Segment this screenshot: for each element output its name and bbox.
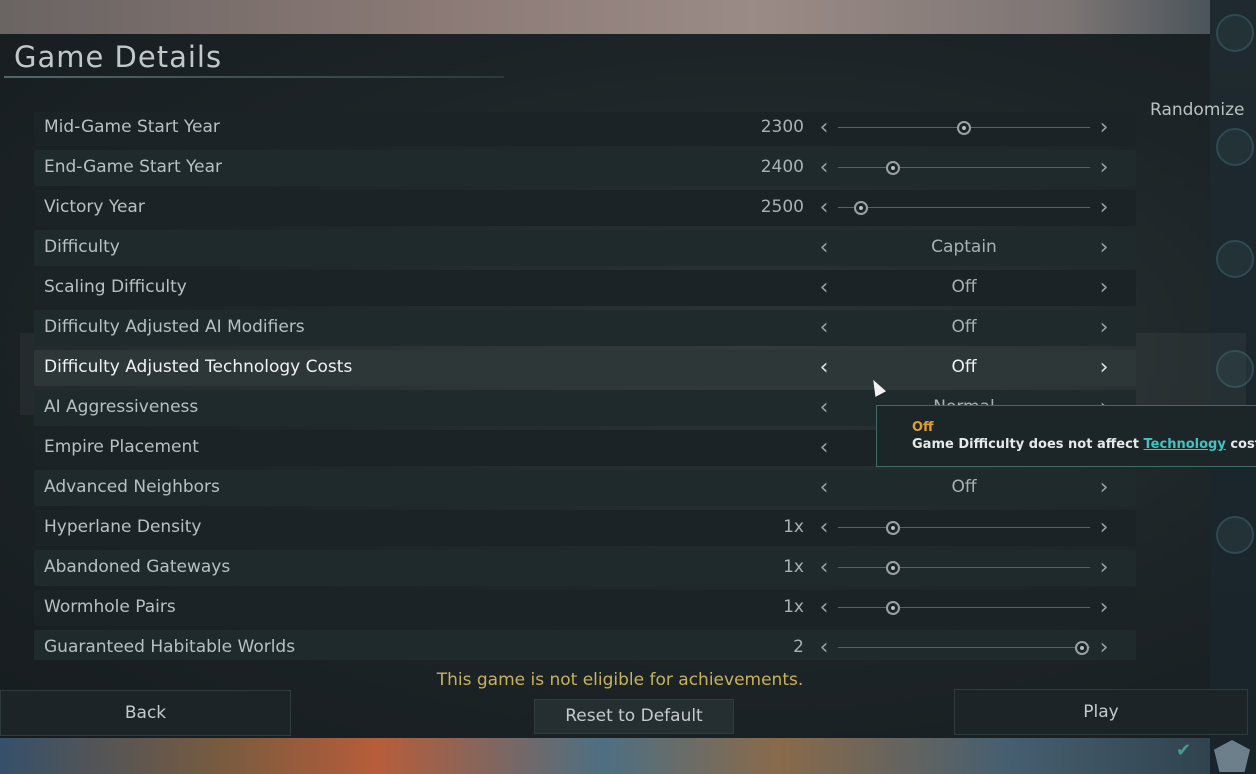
tooltip-text-before: Game Difficulty does not affect [912, 437, 1144, 452]
setting-value: Off [951, 317, 977, 337]
chevron-right-icon[interactable]: › [1092, 194, 1116, 222]
chevron-left-icon[interactable]: ‹ [812, 434, 836, 462]
slider-track[interactable] [838, 647, 1090, 648]
slider-track[interactable] [838, 607, 1090, 608]
chevron-right-icon[interactable]: › [1092, 554, 1116, 582]
background-top [0, 0, 1256, 34]
setting-row[interactable]: Difficulty ‹ › Captain [34, 230, 1136, 266]
setting-row[interactable]: Abandoned Gateways ‹ › 1x [34, 550, 1136, 586]
setting-value: 1x [783, 517, 804, 537]
tooltip-text-after: costs. [1230, 437, 1256, 452]
randomize-button[interactable]: Randomize [1150, 100, 1245, 120]
empire-slot-icon[interactable] [1216, 240, 1254, 278]
setting-row[interactable]: Advanced Neighbors ‹ › Off [34, 470, 1136, 506]
chevron-left-icon[interactable]: ‹ [812, 474, 836, 502]
setting-label: Advanced Neighbors [44, 477, 220, 497]
setting-row[interactable]: Victory Year ‹ › 2500 [34, 190, 1136, 226]
chevron-left-icon[interactable]: ‹ [812, 274, 836, 302]
chevron-left-icon[interactable]: ‹ [812, 354, 836, 382]
setting-row[interactable]: Difficulty Adjusted Technology Costs ‹ › Of… [34, 350, 1136, 386]
empire-slot-icon[interactable] [1216, 516, 1254, 554]
chevron-right-icon[interactable]: › [1092, 354, 1116, 382]
slider-handle[interactable] [1075, 641, 1090, 655]
setting-row[interactable]: Hyperlane Density ‹ › 1x [34, 510, 1136, 546]
setting-value: Captain [931, 237, 997, 257]
slider-handle[interactable] [886, 521, 901, 535]
chevron-left-icon[interactable]: ‹ [812, 514, 836, 542]
settings-list[interactable]: Mid-Game Start Year ‹ › 2300 End-Game Start … [34, 112, 1136, 660]
chevron-right-icon[interactable]: › [1092, 114, 1116, 142]
setting-value: 2 [793, 637, 804, 657]
setting-label: End-Game Start Year [44, 157, 223, 177]
setting-label: Difficulty [44, 237, 120, 257]
setting-value: 2300 [760, 117, 804, 137]
slider-track[interactable] [838, 527, 1090, 528]
chevron-right-icon[interactable]: › [1092, 314, 1116, 342]
setting-value: 1x [783, 597, 804, 617]
tooltip-text: Game Difficulty does not affect Technolo… [912, 437, 1256, 452]
checkmark-icon: ✔ [1176, 740, 1192, 761]
achievement-notice: This game is not eligible for achievemen… [436, 670, 804, 690]
setting-label: Mid-Game Start Year [44, 117, 220, 137]
chevron-left-icon[interactable]: ‹ [812, 394, 836, 422]
slider-handle[interactable] [853, 201, 868, 215]
tooltip-title: Off [912, 420, 934, 435]
setting-row[interactable]: End-Game Start Year ‹ › 2400 [34, 150, 1136, 186]
play-button[interactable]: Play [954, 689, 1248, 735]
chevron-right-icon[interactable]: › [1092, 634, 1116, 660]
reset-to-default-button[interactable]: Reset to Default [534, 699, 734, 734]
slider-handle[interactable] [957, 121, 971, 135]
setting-value: Off [951, 277, 977, 297]
chevron-left-icon[interactable]: ‹ [812, 314, 836, 342]
slider-track[interactable] [838, 207, 1090, 208]
empire-portrait-icon[interactable] [1216, 14, 1254, 52]
slider-track[interactable] [838, 567, 1090, 568]
tooltip: Off Game Difficulty does not affect Tech… [876, 405, 1256, 467]
page-title: Game Details [14, 40, 223, 74]
chevron-left-icon[interactable]: ‹ [812, 194, 836, 222]
slider-handle[interactable] [886, 561, 901, 575]
setting-value: Off [951, 477, 977, 497]
setting-row[interactable]: Mid-Game Start Year ‹ › 2300 [34, 112, 1136, 146]
setting-value: 1x [783, 557, 804, 577]
slider-track[interactable] [838, 167, 1090, 168]
setting-label: AI Aggressiveness [44, 397, 199, 417]
chevron-right-icon[interactable]: › [1092, 154, 1116, 182]
setting-row[interactable]: Scaling Difficulty ‹ › Off [34, 270, 1136, 306]
setting-label: Wormhole Pairs [44, 597, 176, 617]
chevron-left-icon[interactable]: ‹ [812, 594, 836, 622]
slider-handle[interactable] [886, 161, 901, 175]
background-bottom [0, 738, 1256, 774]
chevron-left-icon[interactable]: ‹ [812, 554, 836, 582]
setting-label: Difficulty Adjusted AI Modifiers [44, 317, 305, 337]
title-divider [4, 76, 504, 78]
setting-row[interactable]: Difficulty Adjusted AI Modifiers ‹ › Off [34, 310, 1136, 346]
empire-slot-icon[interactable] [1216, 128, 1254, 166]
setting-label: Hyperlane Density [44, 517, 202, 537]
setting-value: Off [951, 357, 977, 377]
setting-row[interactable]: Guaranteed Habitable Worlds ‹ › 2 [34, 630, 1136, 660]
chevron-right-icon[interactable]: › [1092, 594, 1116, 622]
chevron-right-icon[interactable]: › [1092, 234, 1116, 262]
slider-handle[interactable] [886, 601, 901, 615]
setting-label: Victory Year [44, 197, 145, 217]
setting-label: Scaling Difficulty [44, 277, 187, 297]
chevron-right-icon[interactable]: › [1092, 474, 1116, 502]
chevron-left-icon[interactable]: ‹ [812, 634, 836, 660]
setting-label: Abandoned Gateways [44, 557, 231, 577]
setting-label: Difficulty Adjusted Technology Costs [44, 357, 353, 377]
setting-label: Empire Placement [44, 437, 199, 457]
setting-label: Guaranteed Habitable Worlds [44, 637, 296, 657]
chevron-left-icon[interactable]: ‹ [812, 114, 836, 142]
tooltip-link-technology[interactable]: Technology [1144, 437, 1226, 452]
chevron-left-icon[interactable]: ‹ [812, 234, 836, 262]
chevron-left-icon[interactable]: ‹ [812, 154, 836, 182]
back-button[interactable]: Back [0, 690, 291, 736]
setting-row[interactable]: Wormhole Pairs ‹ › 1x [34, 590, 1136, 626]
chevron-right-icon[interactable]: › [1092, 514, 1116, 542]
setting-value: 2500 [760, 197, 804, 217]
chevron-right-icon[interactable]: › [1092, 274, 1116, 302]
setting-value: 2400 [760, 157, 804, 177]
